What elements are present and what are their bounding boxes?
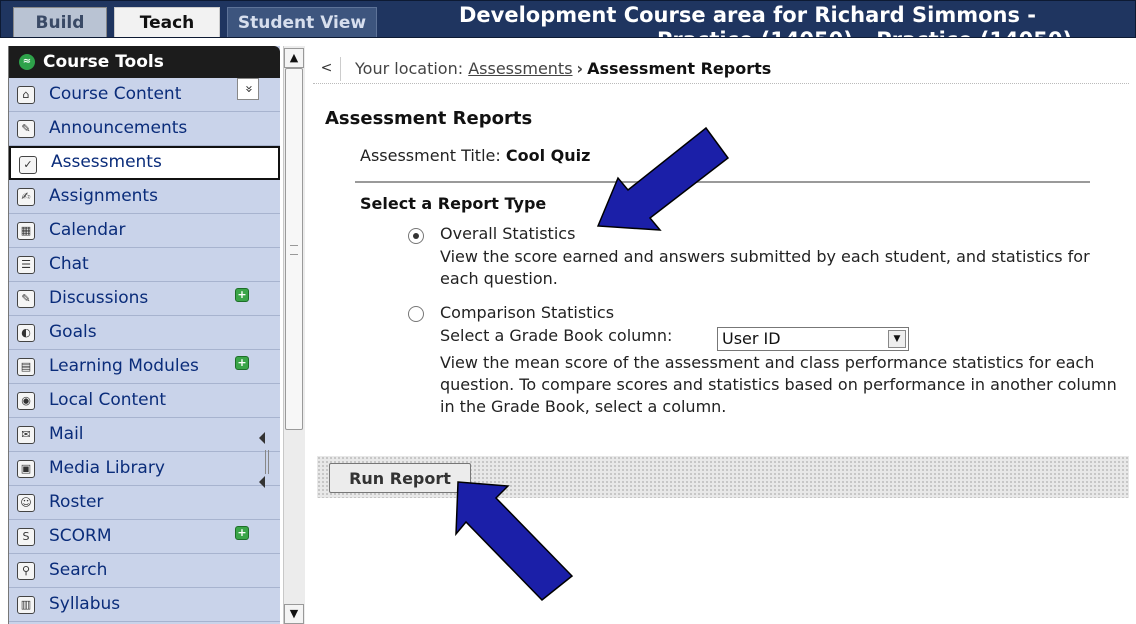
annotation-arrows: [455, 126, 730, 602]
arrow-to-overall-statistics-icon: [596, 126, 730, 231]
arrow-to-run-report-icon: [455, 481, 574, 602]
